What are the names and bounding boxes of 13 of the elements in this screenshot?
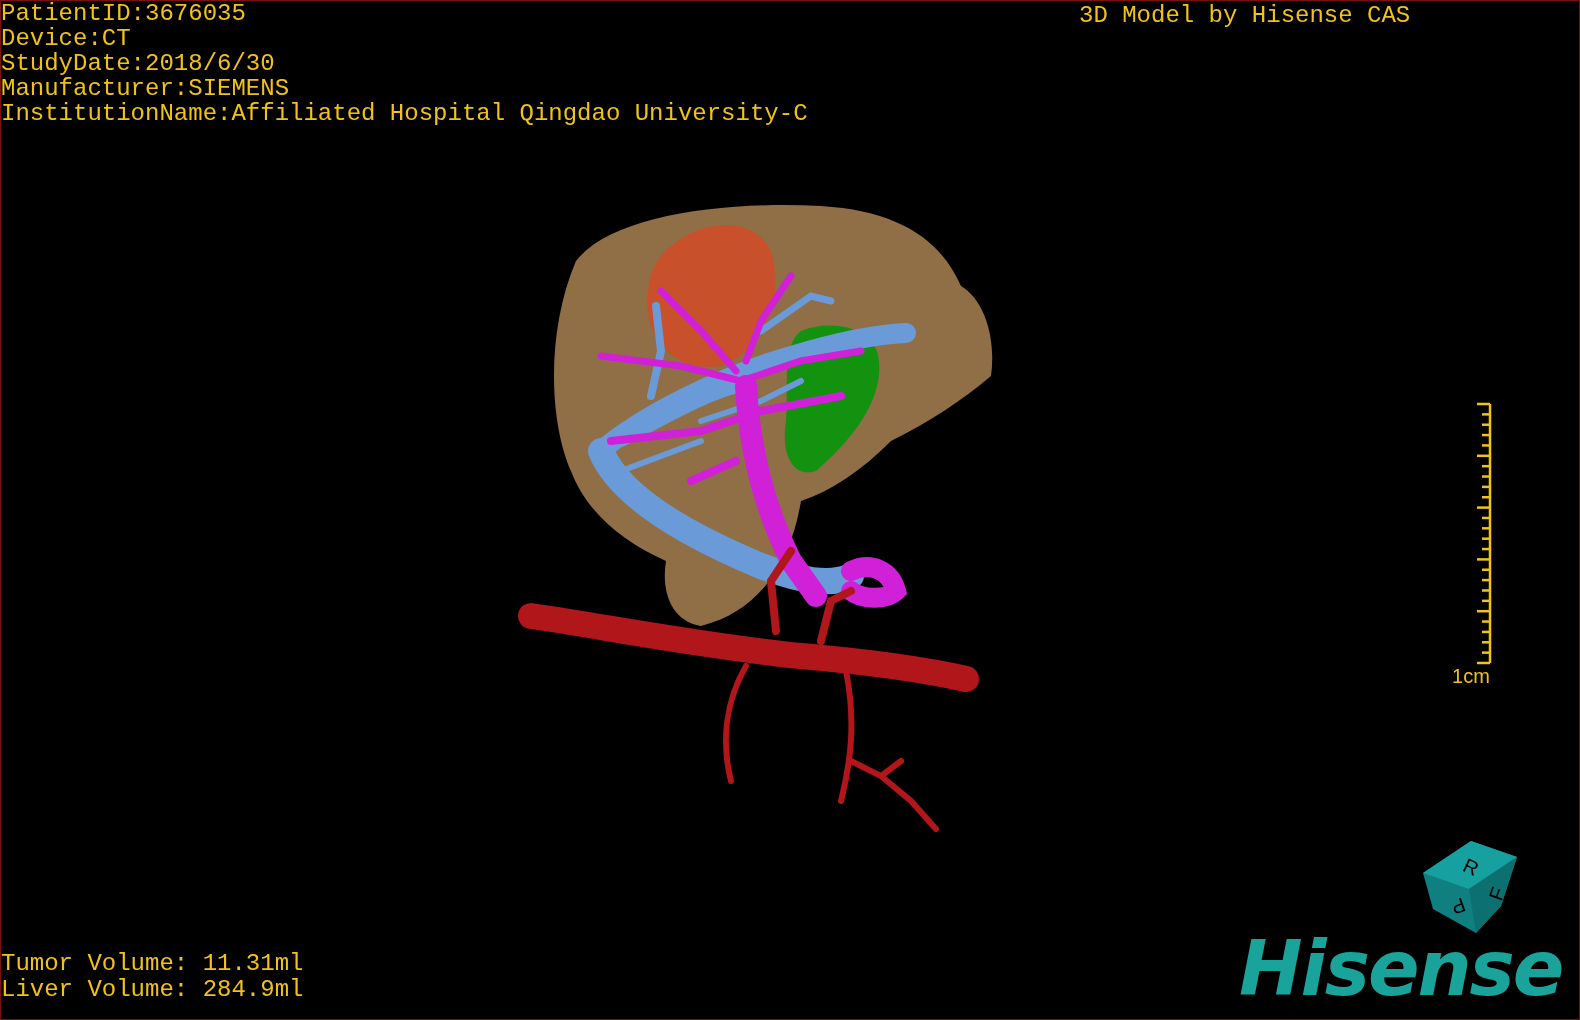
study-info-text: InstitutionName:Affiliated Hospital Qingdao University-C [1,101,808,126]
cube-face-label: F [1484,884,1510,904]
study-info-text: StudyDate:2018/6/30 [1,51,276,76]
scale-label: 1cm [1452,665,1490,687]
study-info-text: Device:CT [1,26,132,51]
cube-face-label: R [1459,853,1483,880]
volume-text: Tumor Volume: 11.31ml [1,951,304,977]
cube-face-label: P [1448,893,1469,919]
viewer-title: 3D Model by Hisense CAS [1079,1,1411,31]
volume-text: Liver Volume: 284.9ml [1,977,304,1003]
study-info-text: PatientID:3676035 [1,1,247,26]
study-info-text: Manufacturer:SIEMENS [1,76,291,101]
orientation-cube[interactable]: R F P [1423,841,1517,933]
